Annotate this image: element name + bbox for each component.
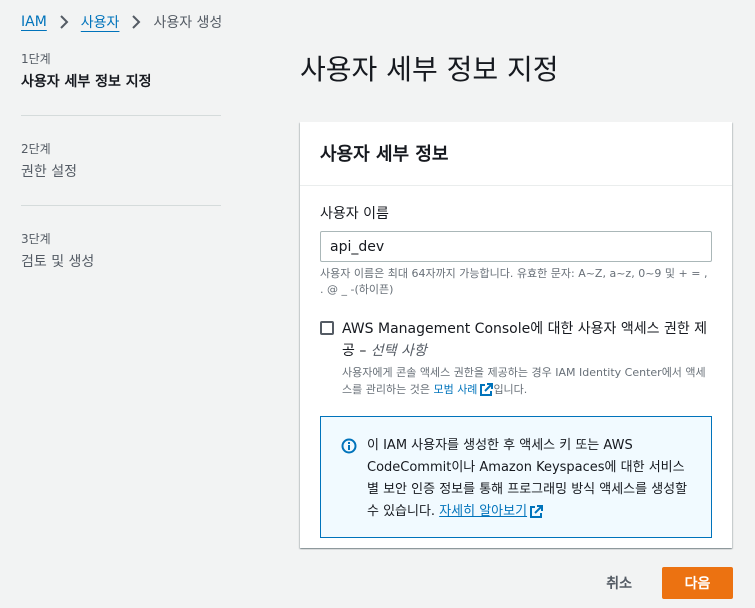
page-title: 사용자 세부 정보 지정 (300, 53, 559, 86)
best-practice-link-text: 모범 사례 (433, 383, 478, 396)
chevron-right-icon (131, 15, 141, 29)
info-alert: 이 IAM 사용자를 생성한 후 액세스 키 또는 AWS CodeCommit… (320, 416, 712, 538)
breadcrumb-users[interactable]: 사용자 (81, 12, 120, 32)
user-details-panel: 사용자 세부 정보 사용자 이름 사용자 이름은 최대 64자까지 가능합니다.… (300, 122, 732, 548)
panel-body: 사용자 이름 사용자 이름은 최대 64자까지 가능합니다. 유효한 문자: A… (300, 186, 732, 558)
console-access-option: AWS Management Console에 대한 사용자 액세스 권한 제공… (320, 318, 712, 398)
next-button[interactable]: 다음 (662, 567, 733, 599)
wizard-step-1: 1단계 사용자 세부 정보 지정 (21, 50, 221, 116)
panel-title: 사용자 세부 정보 (300, 122, 732, 186)
console-access-description: 사용자에게 콘솔 액세스 권한을 제공하는 경우 IAM Identity Ce… (342, 364, 712, 398)
info-icon (341, 438, 357, 521)
breadcrumb: IAM 사용자 사용자 생성 (21, 12, 222, 32)
learn-more-link[interactable]: 자세히 알아보기 (439, 504, 544, 519)
external-link-icon (529, 504, 544, 519)
step-number: 1단계 (21, 52, 51, 66)
optional-tag: 선택 사항 (370, 343, 427, 359)
username-input[interactable] (320, 231, 712, 262)
wizard-step-2: 2단계 권한 설정 (21, 140, 221, 206)
external-link-icon (479, 383, 494, 397)
step-title: 권한 설정 (21, 164, 77, 180)
console-access-label[interactable]: AWS Management Console에 대한 사용자 액세스 권한 제공… (342, 318, 712, 362)
username-label: 사용자 이름 (320, 206, 389, 222)
step-number: 2단계 (21, 142, 51, 156)
console-desc-suffix: 입니다. (493, 383, 528, 396)
console-access-checkbox[interactable] (320, 321, 334, 335)
breadcrumb-iam[interactable]: IAM (21, 14, 47, 30)
step-number: 3단계 (21, 232, 51, 246)
chevron-right-icon (59, 15, 69, 29)
wizard-footer: 취소 다음 (590, 567, 733, 599)
info-alert-text: 이 IAM 사용자를 생성한 후 액세스 키 또는 AWS CodeCommit… (367, 435, 693, 521)
wizard-step-3: 3단계 검토 및 생성 (21, 230, 221, 295)
learn-more-link-text: 자세히 알아보기 (439, 504, 528, 519)
breadcrumb-current: 사용자 생성 (153, 15, 223, 31)
cancel-button[interactable]: 취소 (590, 567, 648, 599)
step-title: 사용자 세부 정보 지정 (21, 74, 152, 90)
step-title: 검토 및 생성 (21, 254, 95, 270)
best-practice-link[interactable]: 모범 사례 (433, 383, 494, 397)
username-constraint: 사용자 이름은 최대 64자까지 가능합니다. 유효한 문자: A~Z, a~z… (320, 267, 708, 296)
wizard-steps: 1단계 사용자 세부 정보 지정 2단계 권한 설정 3단계 검토 및 생성 (21, 50, 221, 319)
